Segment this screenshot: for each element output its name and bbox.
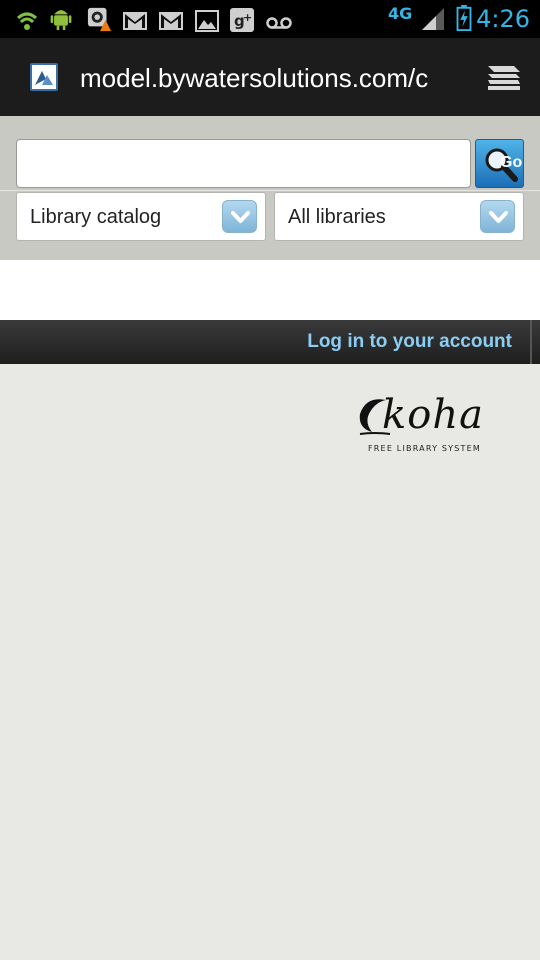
gmail-icon <box>159 12 183 30</box>
catalog-scope-select[interactable]: Library catalog <box>16 192 266 241</box>
go-button[interactable]: Go <box>475 139 524 188</box>
voicemail-icon <box>266 17 292 29</box>
library-select-value: All libraries <box>288 206 386 228</box>
clock: 4:26 <box>476 5 530 33</box>
gallery-icon <box>195 10 219 32</box>
login-link[interactable]: Log in to your account <box>307 330 512 354</box>
search-input[interactable] <box>16 139 471 188</box>
search-panel: Go Library catalog All libraries <box>0 116 540 260</box>
koha-favicon-icon <box>30 63 58 91</box>
chevron-down-icon <box>222 200 257 233</box>
browser-url-bar: model.bywatersolutions.com/c <box>0 38 540 116</box>
network-type-label: 4G <box>388 4 413 23</box>
status-bar: g + 4G 4:26 <box>0 0 540 38</box>
catalog-scope-value: Library catalog <box>30 206 162 228</box>
library-select[interactable]: All libraries <box>274 192 524 241</box>
battery-charging-icon <box>456 5 472 31</box>
gmail-icon <box>123 12 147 30</box>
chevron-down-icon <box>480 200 515 233</box>
wifi-icon <box>17 12 37 30</box>
warning-icon <box>87 7 112 32</box>
go-label: Go <box>500 154 523 171</box>
login-bar: Log in to your account <box>0 320 540 364</box>
divider <box>0 190 540 191</box>
koha-wordmark: koha <box>382 392 484 438</box>
google-plus-icon: g + <box>230 8 254 32</box>
url-field[interactable]: model.bywatersolutions.com/c <box>80 60 460 96</box>
koha-logo: koha FREE LIBRARY SYSTEM <box>354 392 498 458</box>
tabs-stack-icon[interactable] <box>484 62 524 92</box>
divider <box>530 320 532 364</box>
android-icon <box>50 10 72 30</box>
content-band <box>0 260 540 320</box>
signal-icon <box>422 8 444 30</box>
koha-tagline: FREE LIBRARY SYSTEM <box>368 444 481 453</box>
svg-text:+: + <box>243 11 252 24</box>
